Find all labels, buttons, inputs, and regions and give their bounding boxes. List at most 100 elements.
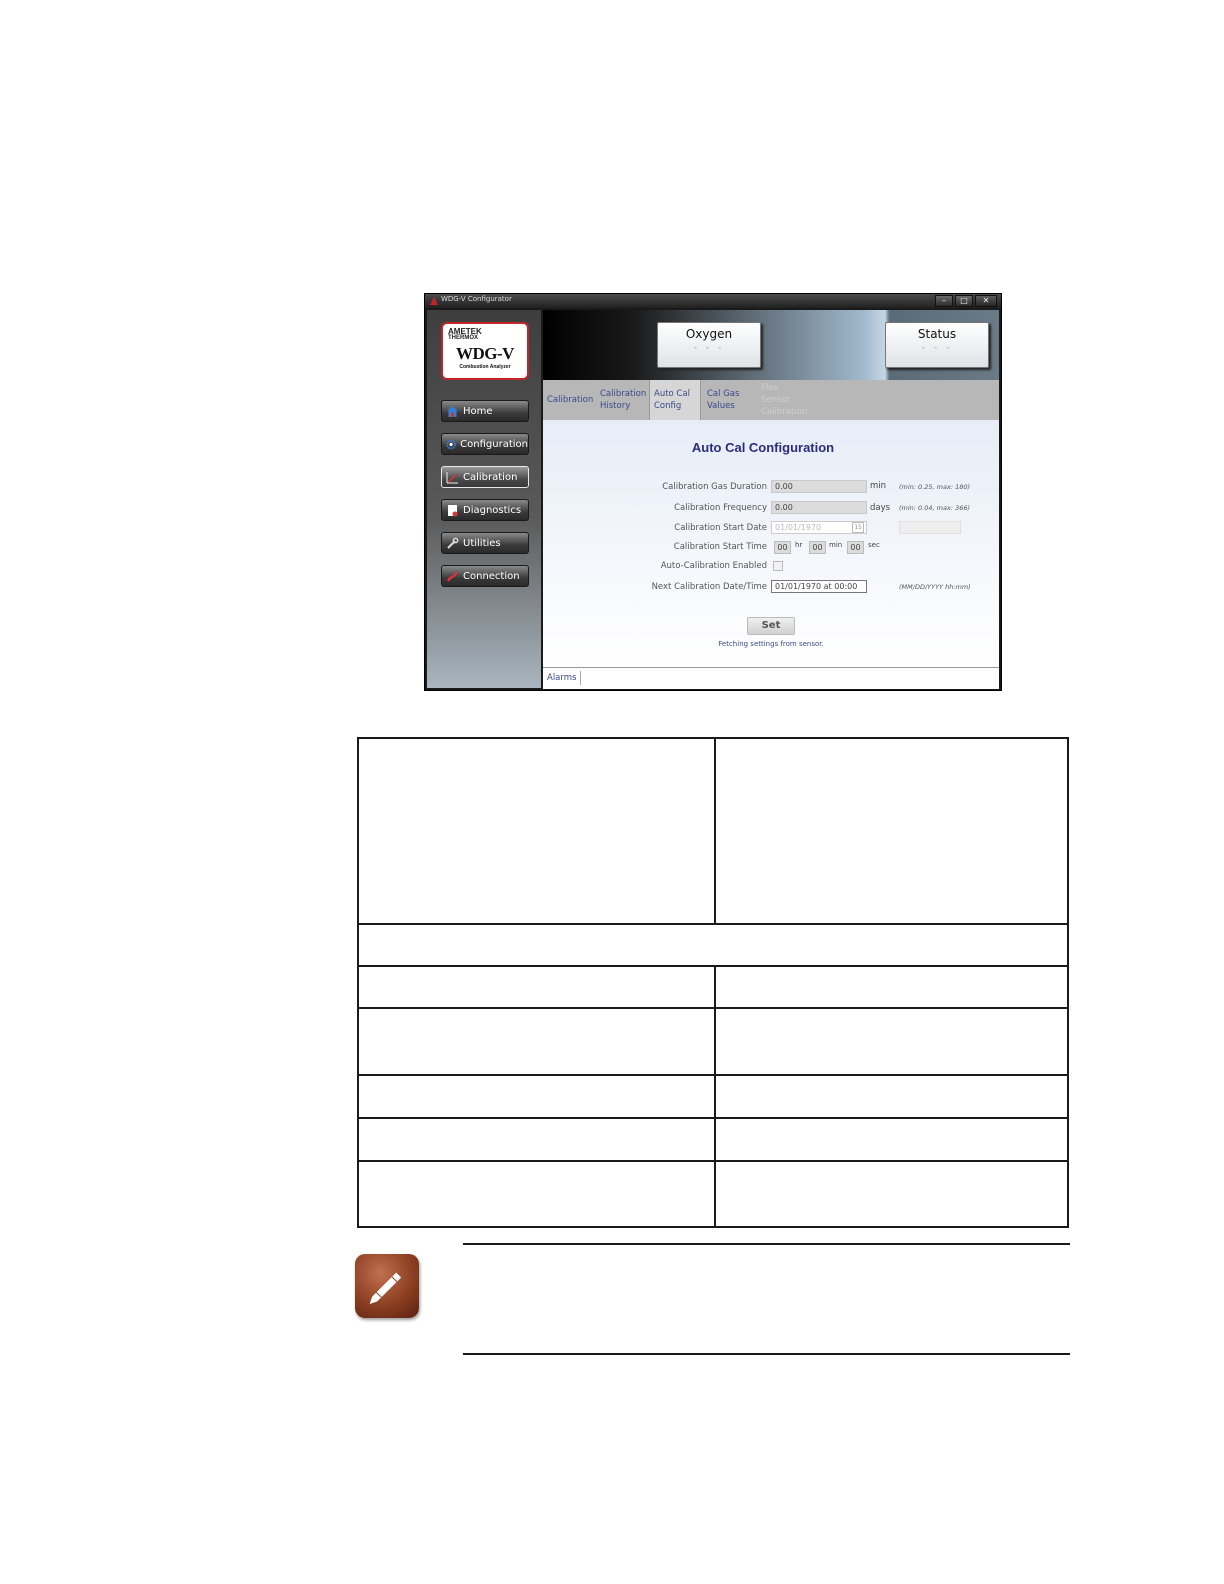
table-row xyxy=(357,737,1069,925)
start-time-label: Calibration Start Time xyxy=(673,542,767,552)
status-value: - - - xyxy=(921,343,953,353)
tab-auto-cal-config[interactable]: Auto Cal Config xyxy=(649,380,701,420)
note-bottom-rule xyxy=(463,1353,1070,1355)
connection-icon xyxy=(446,570,459,582)
app-logo-icon xyxy=(430,297,438,305)
start-date-input[interactable]: 01/01/1970 15 xyxy=(771,521,867,534)
start-time-minute-input[interactable]: 00 xyxy=(809,541,826,554)
table-cell xyxy=(357,1160,716,1228)
header-banner: Oxygen - - - Status - - - xyxy=(543,310,999,380)
alarms-tab[interactable]: Alarms xyxy=(543,671,582,685)
gas-duration-input[interactable]: 0.00 xyxy=(771,480,867,493)
table-cell xyxy=(714,1160,1069,1228)
calendar-icon[interactable]: 15 xyxy=(852,522,864,533)
logo-sub-brand: THERMOX xyxy=(448,335,478,341)
app-window: WDG-V Configurator – □ ✕ AMETEK THERMOX … xyxy=(424,293,1002,691)
oxygen-title: Oxygen xyxy=(685,327,733,341)
frequency-label: Calibration Frequency xyxy=(674,503,767,513)
nav-configuration-label: Configuration xyxy=(460,438,528,450)
table-cell xyxy=(357,965,716,1009)
table-row xyxy=(357,1074,1069,1119)
calibration-icon xyxy=(446,471,458,483)
second-unit: sec xyxy=(868,541,880,549)
wrench-icon xyxy=(447,537,459,549)
start-date-extra-field xyxy=(899,521,961,534)
status-panel: Status - - - xyxy=(885,322,989,368)
table-cell xyxy=(714,737,1069,925)
table-cell xyxy=(357,737,716,925)
sidebar: AMETEK THERMOX WDG-V Combustion Analyzer… xyxy=(427,310,541,688)
table-cell xyxy=(357,1074,716,1119)
oxygen-value: - - - xyxy=(693,343,725,353)
note-top-rule xyxy=(463,1243,1070,1245)
minute-unit: min xyxy=(829,541,843,549)
nav-calibration-button[interactable]: Calibration xyxy=(441,466,529,488)
nav-diagnostics-button[interactable]: Diagnostics xyxy=(441,499,529,521)
start-time-hour-input[interactable]: 00 xyxy=(774,541,791,554)
next-cal-field: 01/01/1970 at 00:00 xyxy=(771,580,867,593)
title-bar[interactable]: WDG-V Configurator – □ ✕ xyxy=(425,294,1001,308)
frequency-hint: (min: 0.04, max: 366) xyxy=(899,504,971,512)
pencil-icon xyxy=(369,1272,402,1305)
minimize-button[interactable]: – xyxy=(935,295,953,307)
nav-utilities-button[interactable]: Utilities xyxy=(441,532,529,554)
start-time-second-input[interactable]: 00 xyxy=(847,541,864,554)
auto-cal-enabled-checkbox[interactable] xyxy=(773,561,783,571)
gas-duration-unit: min xyxy=(870,481,887,491)
note-pencil-icon xyxy=(355,1254,419,1318)
close-button[interactable]: ✕ xyxy=(975,295,997,307)
document-table xyxy=(357,737,1069,1228)
table-row xyxy=(357,1007,1069,1076)
table-row xyxy=(357,965,1069,1009)
logo-tagline: Combustion Analyzer xyxy=(459,364,511,370)
frequency-input[interactable]: 0.00 xyxy=(771,501,867,514)
start-date-value: 01/01/1970 xyxy=(775,523,822,532)
frequency-unit: days xyxy=(870,503,891,513)
next-cal-hint: (MM/DD/YYYY hh:mm) xyxy=(899,583,971,591)
oxygen-panel: Oxygen - - - xyxy=(657,322,761,368)
table-cell xyxy=(714,965,1069,1009)
nav-utilities-label: Utilities xyxy=(463,537,501,549)
table-row xyxy=(357,923,1069,967)
window-controls: – □ ✕ xyxy=(935,295,997,307)
table-cell xyxy=(714,1117,1069,1162)
maximize-button[interactable]: □ xyxy=(955,295,973,307)
tab-flex-sensor-calibration: Flex Sensor Calibration xyxy=(761,383,808,417)
logo-product: WDG-V xyxy=(456,344,514,363)
nav-connection-label: Connection xyxy=(463,570,520,582)
nav-diagnostics-label: Diagnostics xyxy=(463,504,522,516)
gear-icon xyxy=(446,439,456,449)
status-bar: Alarms xyxy=(543,667,999,689)
house-icon xyxy=(447,405,458,417)
nav-connection-button[interactable]: Connection xyxy=(441,565,529,587)
tab-calibration-history[interactable]: Calibration History xyxy=(597,380,647,420)
table-row xyxy=(357,1117,1069,1162)
auto-cal-enabled-label: Auto-Calibration Enabled xyxy=(660,561,767,571)
table-cell xyxy=(357,1117,716,1162)
table-cell xyxy=(714,1074,1069,1119)
form-title: Auto Cal Configuration xyxy=(691,440,835,455)
hour-unit: hr xyxy=(795,541,803,549)
document-icon xyxy=(448,504,458,516)
next-cal-label: Next Calibration Date/Time xyxy=(651,582,767,592)
tab-bar: Calibration Calibration History Auto Cal… xyxy=(543,380,999,421)
nav-home-label: Home xyxy=(463,405,493,417)
nav-home-button[interactable]: Home xyxy=(441,400,529,422)
window-title: WDG-V Configurator xyxy=(441,295,512,303)
product-logo: AMETEK THERMOX WDG-V Combustion Analyzer xyxy=(441,322,529,380)
table-cell xyxy=(357,1007,716,1076)
gas-duration-label: Calibration Gas Duration xyxy=(662,482,767,492)
set-button[interactable]: Set xyxy=(747,617,795,635)
tab-cal-gas-values[interactable]: Cal Gas Values xyxy=(703,380,753,420)
status-title: Status xyxy=(917,327,957,341)
table-cell xyxy=(357,923,1069,967)
gas-duration-hint: (min: 0.25, max: 180) xyxy=(899,483,971,491)
table-cell xyxy=(714,1007,1069,1076)
start-date-label: Calibration Start Date xyxy=(674,523,767,533)
nav-calibration-label: Calibration xyxy=(463,471,518,483)
auto-cal-form: Auto Cal Configuration Calibration Gas D… xyxy=(543,420,999,667)
fetch-status-text: Fetching settings from sensor. xyxy=(718,640,824,648)
table-row xyxy=(357,1160,1069,1228)
tab-calibration[interactable]: Calibration xyxy=(547,380,597,420)
nav-configuration-button[interactable]: Configuration xyxy=(441,433,529,455)
